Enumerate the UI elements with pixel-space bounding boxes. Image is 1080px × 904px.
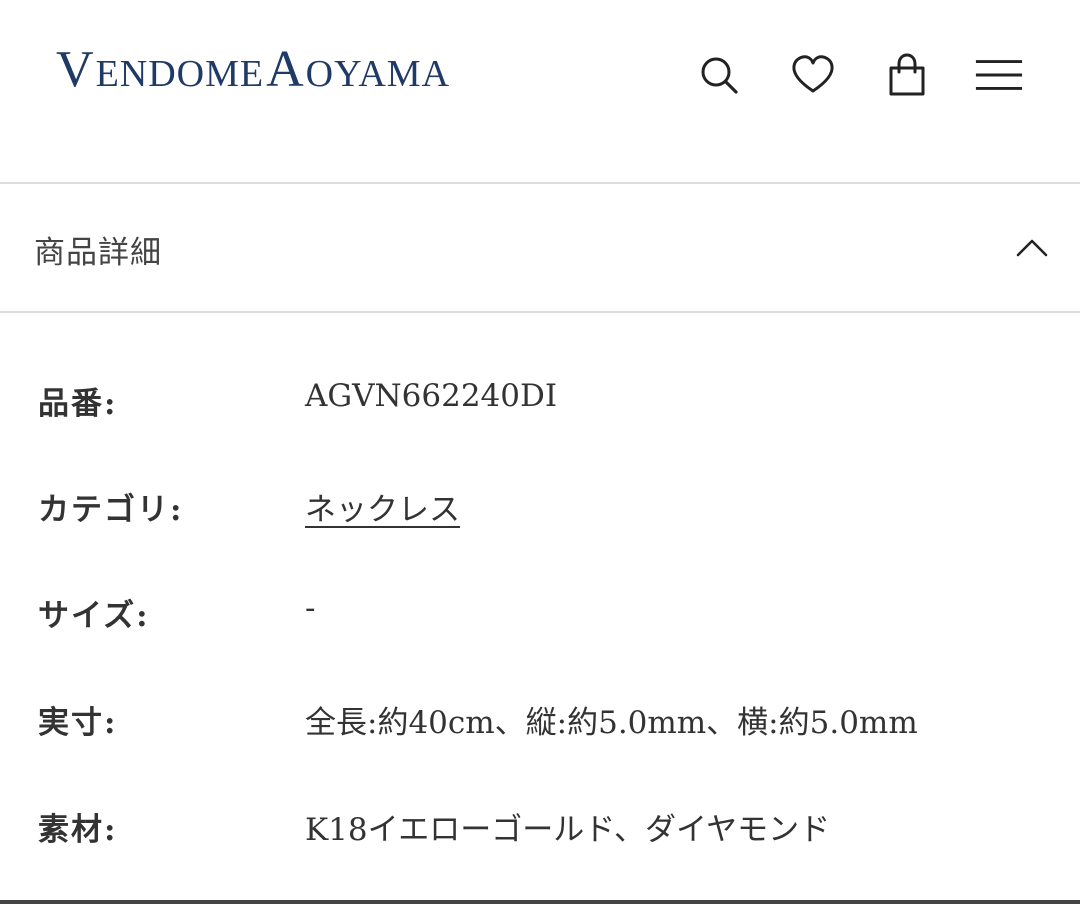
detail-row-category: カテゴリ: ネックレス <box>0 476 1080 536</box>
svg-text:VENDOMEAOYAMA: VENDOMEAOYAMA <box>56 41 450 98</box>
detail-label: 素材: <box>38 812 118 848</box>
heart-icon[interactable] <box>788 50 838 100</box>
detail-label: 実寸: <box>38 705 118 741</box>
detail-value: 全長:約40cm、縦:約5.0mm、横:約5.0mm <box>305 705 918 741</box>
menu-icon[interactable] <box>974 50 1024 100</box>
detail-row-product-number: 品番: AGVN662240DI <box>0 370 1080 430</box>
section-divider <box>0 311 1080 313</box>
category-link[interactable]: ネックレス <box>305 484 460 529</box>
detail-label: 品番: <box>38 386 118 422</box>
brand-logo-wordmark: VENDOMEAOYAMA <box>56 41 450 98</box>
detail-label: カテゴリ: <box>38 492 184 528</box>
search-icon[interactable] <box>694 50 744 100</box>
bottom-divider <box>0 900 1080 904</box>
bag-icon[interactable] <box>882 50 932 100</box>
section-title: 商品詳細 <box>34 235 162 271</box>
detail-row-dimensions: 実寸: 全長:約40cm、縦:約5.0mm、横:約5.0mm <box>0 689 1080 749</box>
detail-value: - <box>305 590 316 626</box>
product-details-accordion-header[interactable]: 商品詳細 <box>0 185 1080 311</box>
header-divider <box>0 182 1080 184</box>
site-header: VENDOMEAOYAMA <box>0 0 1080 183</box>
detail-value: K18イエローゴールド、ダイヤモンド <box>305 812 831 848</box>
detail-row-size: サイズ: - <box>0 582 1080 642</box>
detail-value: AGVN662240DI <box>305 378 558 414</box>
chevron-up-icon[interactable] <box>1012 229 1052 269</box>
detail-row-material: 素材: K18イエローゴールド、ダイヤモンド <box>0 796 1080 856</box>
detail-label: サイズ: <box>38 598 150 634</box>
brand-logo[interactable]: VENDOMEAOYAMA <box>56 38 526 108</box>
